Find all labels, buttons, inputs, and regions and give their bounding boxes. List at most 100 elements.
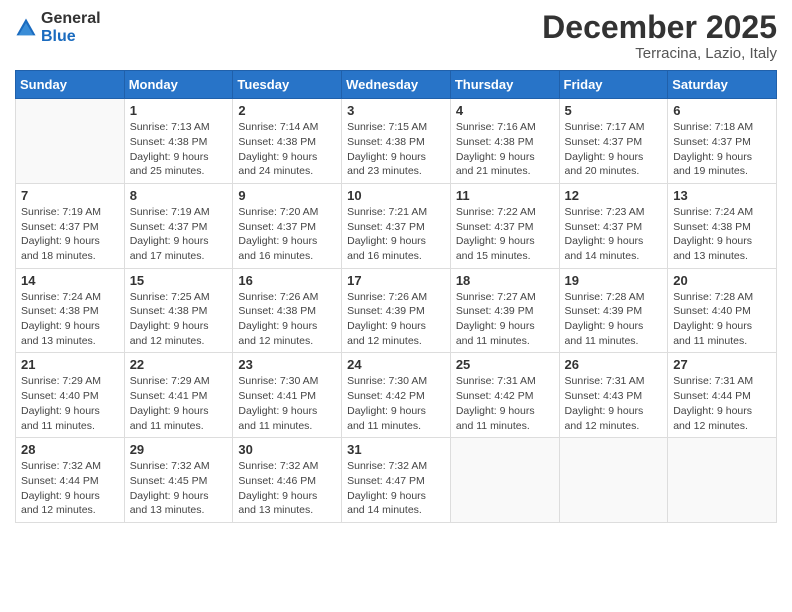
- header: General Blue December 2025 Terracina, La…: [15, 10, 777, 62]
- day-number: 10: [347, 188, 445, 203]
- table-row: 14Sunrise: 7:24 AMSunset: 4:38 PMDayligh…: [16, 268, 125, 353]
- table-row: 8Sunrise: 7:19 AMSunset: 4:37 PMDaylight…: [124, 183, 233, 268]
- table-row: [668, 438, 777, 523]
- table-row: 18 Sunrise: 7:27 AMSunset: 4:39 PMDayligh…: [450, 268, 559, 353]
- day-number: 12: [565, 188, 663, 203]
- table-row: 12 Sunrise: 7:23 AMSunset: 4:37 PMDayligh…: [559, 183, 668, 268]
- day-number: 16: [238, 273, 336, 288]
- page: General Blue December 2025 Terracina, La…: [0, 0, 792, 612]
- day-number: 9: [238, 188, 336, 203]
- day-number: 29: [130, 442, 228, 457]
- day-number: 26: [565, 357, 663, 372]
- day-info: Sunrise: 7:28 AMSunset: 4:40 PMDaylight:…: [673, 290, 771, 349]
- day-info: Sunrise: 7:29 AMSunset: 4:40 PMDaylight:…: [21, 374, 119, 433]
- day-number: 28: [21, 442, 119, 457]
- month-title: December 2025: [542, 10, 777, 45]
- table-row: 24 Sunrise: 7:30 AMSunset: 4:42 PMDayligh…: [342, 353, 451, 438]
- day-info: Sunrise: 7:31 AMSunset: 4:43 PMDaylight:…: [565, 374, 663, 433]
- col-sunday: Sunday: [16, 71, 125, 99]
- day-info: Sunrise: 7:15 AMSunset: 4:38 PMDaylight:…: [347, 120, 445, 179]
- table-row: 22Sunrise: 7:29 AMSunset: 4:41 PMDayligh…: [124, 353, 233, 438]
- day-info: Sunrise: 7:31 AMSunset: 4:44 PMDaylight:…: [673, 374, 771, 433]
- table-row: 28 Sunrise: 7:32 AMSunset: 4:44 PMDayligh…: [16, 438, 125, 523]
- table-row: 1Sunrise: 7:13 AMSunset: 4:38 PMDaylight…: [124, 99, 233, 184]
- table-row: 21Sunrise: 7:29 AMSunset: 4:40 PMDayligh…: [16, 353, 125, 438]
- day-info: Sunrise: 7:32 AMSunset: 4:44 PMDaylight:…: [21, 459, 119, 518]
- day-number: 22: [130, 357, 228, 372]
- day-number: 23: [238, 357, 336, 372]
- table-row: 23 Sunrise: 7:30 AMSunset: 4:41 PMDayligh…: [233, 353, 342, 438]
- calendar-week-4: 21Sunrise: 7:29 AMSunset: 4:40 PMDayligh…: [16, 353, 777, 438]
- day-number: 19: [565, 273, 663, 288]
- day-info: Sunrise: 7:23 AMSunset: 4:37 PMDaylight:…: [565, 205, 663, 264]
- table-row: 6Sunrise: 7:18 AMSunset: 4:37 PMDaylight…: [668, 99, 777, 184]
- day-number: 11: [456, 188, 554, 203]
- calendar-table: Sunday Monday Tuesday Wednesday Thursday…: [15, 70, 777, 523]
- day-number: 7: [21, 188, 119, 203]
- logo-general-text: General: [41, 10, 101, 28]
- day-info: Sunrise: 7:32 AMSunset: 4:47 PMDaylight:…: [347, 459, 445, 518]
- day-info: Sunrise: 7:19 AMSunset: 4:37 PMDaylight:…: [130, 205, 228, 264]
- title-area: December 2025 Terracina, Lazio, Italy: [542, 10, 777, 62]
- col-friday: Friday: [559, 71, 668, 99]
- col-thursday: Thursday: [450, 71, 559, 99]
- day-number: 25: [456, 357, 554, 372]
- day-number: 20: [673, 273, 771, 288]
- table-row: 3 Sunrise: 7:15 AMSunset: 4:38 PMDaylight…: [342, 99, 451, 184]
- day-info: Sunrise: 7:19 AMSunset: 4:37 PMDaylight:…: [21, 205, 119, 264]
- table-row: 27 Sunrise: 7:31 AMSunset: 4:44 PMDayligh…: [668, 353, 777, 438]
- day-number: 5: [565, 103, 663, 118]
- day-info: Sunrise: 7:32 AMSunset: 4:45 PMDaylight:…: [130, 459, 228, 518]
- day-info: Sunrise: 7:26 AMSunset: 4:38 PMDaylight:…: [238, 290, 336, 349]
- day-number: 2: [238, 103, 336, 118]
- day-info: Sunrise: 7:18 AMSunset: 4:37 PMDaylight:…: [673, 120, 771, 179]
- table-row: [16, 99, 125, 184]
- table-row: 17 Sunrise: 7:26 AMSunset: 4:39 PMDayligh…: [342, 268, 451, 353]
- day-number: 31: [347, 442, 445, 457]
- day-info: Sunrise: 7:17 AMSunset: 4:37 PMDaylight:…: [565, 120, 663, 179]
- day-number: 24: [347, 357, 445, 372]
- day-number: 13: [673, 188, 771, 203]
- table-row: 20 Sunrise: 7:28 AMSunset: 4:40 PMDayligh…: [668, 268, 777, 353]
- logo: General Blue: [15, 10, 101, 45]
- day-info: Sunrise: 7:24 AMSunset: 4:38 PMDaylight:…: [673, 205, 771, 264]
- col-saturday: Saturday: [668, 71, 777, 99]
- table-row: 29 Sunrise: 7:32 AMSunset: 4:45 PMDayligh…: [124, 438, 233, 523]
- table-row: 9 Sunrise: 7:20 AMSunset: 4:37 PMDaylight…: [233, 183, 342, 268]
- location: Terracina, Lazio, Italy: [542, 45, 777, 62]
- day-info: Sunrise: 7:28 AMSunset: 4:39 PMDaylight:…: [565, 290, 663, 349]
- col-tuesday: Tuesday: [233, 71, 342, 99]
- table-row: 26 Sunrise: 7:31 AMSunset: 4:43 PMDayligh…: [559, 353, 668, 438]
- table-row: 11 Sunrise: 7:22 AMSunset: 4:37 PMDayligh…: [450, 183, 559, 268]
- day-info: Sunrise: 7:31 AMSunset: 4:42 PMDaylight:…: [456, 374, 554, 433]
- calendar-week-5: 28 Sunrise: 7:32 AMSunset: 4:44 PMDayligh…: [16, 438, 777, 523]
- logo-blue-text: Blue: [41, 28, 101, 46]
- day-number: 18: [456, 273, 554, 288]
- col-wednesday: Wednesday: [342, 71, 451, 99]
- day-number: 17: [347, 273, 445, 288]
- day-info: Sunrise: 7:14 AMSunset: 4:38 PMDaylight:…: [238, 120, 336, 179]
- logo-icon: [15, 17, 37, 39]
- day-info: Sunrise: 7:13 AMSunset: 4:38 PMDaylight:…: [130, 120, 228, 179]
- day-info: Sunrise: 7:22 AMSunset: 4:37 PMDaylight:…: [456, 205, 554, 264]
- calendar-header-row: Sunday Monday Tuesday Wednesday Thursday…: [16, 71, 777, 99]
- table-row: 2 Sunrise: 7:14 AMSunset: 4:38 PMDaylight…: [233, 99, 342, 184]
- day-info: Sunrise: 7:30 AMSunset: 4:41 PMDaylight:…: [238, 374, 336, 433]
- day-number: 27: [673, 357, 771, 372]
- day-info: Sunrise: 7:30 AMSunset: 4:42 PMDaylight:…: [347, 374, 445, 433]
- table-row: 7 Sunrise: 7:19 AMSunset: 4:37 PMDaylight…: [16, 183, 125, 268]
- table-row: 19 Sunrise: 7:28 AMSunset: 4:39 PMDayligh…: [559, 268, 668, 353]
- day-info: Sunrise: 7:27 AMSunset: 4:39 PMDaylight:…: [456, 290, 554, 349]
- table-row: 13 Sunrise: 7:24 AMSunset: 4:38 PMDayligh…: [668, 183, 777, 268]
- table-row: [559, 438, 668, 523]
- day-info: Sunrise: 7:21 AMSunset: 4:37 PMDaylight:…: [347, 205, 445, 264]
- table-row: 4Sunrise: 7:16 AMSunset: 4:38 PMDaylight…: [450, 99, 559, 184]
- table-row: 30Sunrise: 7:32 AMSunset: 4:46 PMDayligh…: [233, 438, 342, 523]
- logo-text: General Blue: [41, 10, 101, 45]
- day-number: 3: [347, 103, 445, 118]
- table-row: 25 Sunrise: 7:31 AMSunset: 4:42 PMDayligh…: [450, 353, 559, 438]
- day-info: Sunrise: 7:20 AMSunset: 4:37 PMDaylight:…: [238, 205, 336, 264]
- day-number: 15: [130, 273, 228, 288]
- table-row: 5 Sunrise: 7:17 AMSunset: 4:37 PMDaylight…: [559, 99, 668, 184]
- day-info: Sunrise: 7:26 AMSunset: 4:39 PMDaylight:…: [347, 290, 445, 349]
